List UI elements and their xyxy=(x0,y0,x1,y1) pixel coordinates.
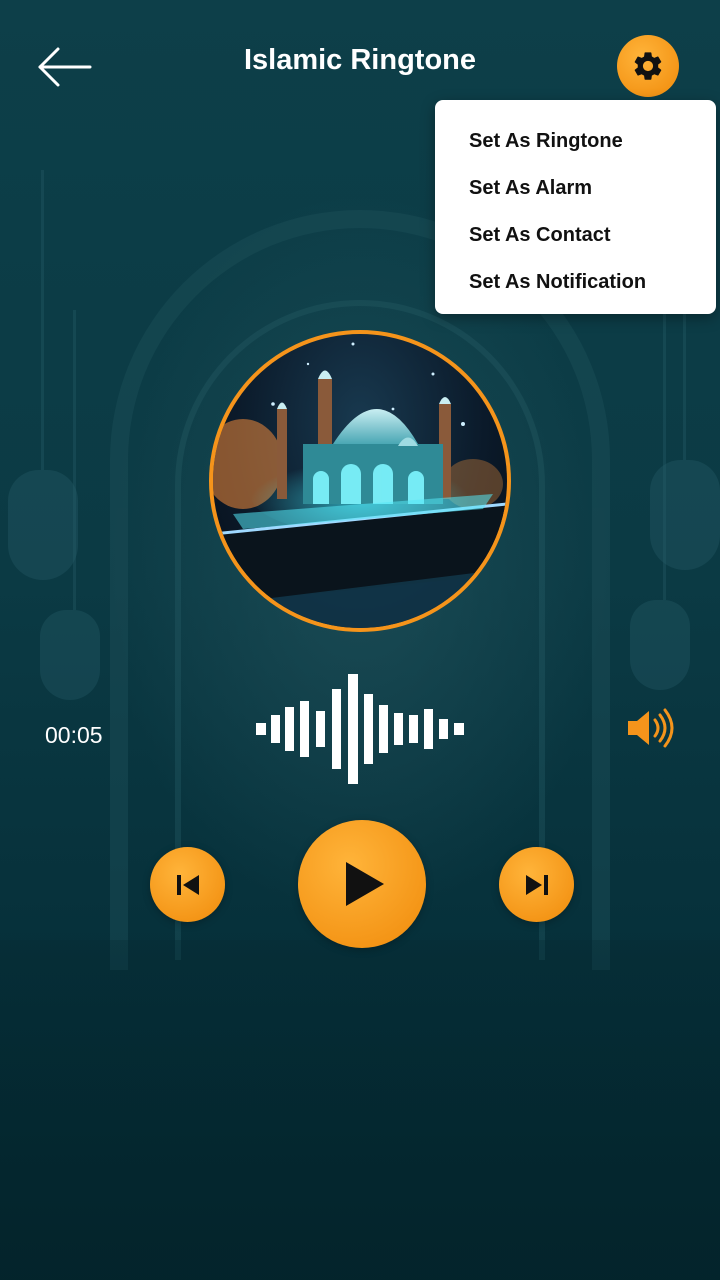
page-title: Islamic Ringtone xyxy=(243,44,477,76)
mosque-artwork xyxy=(213,334,507,628)
elapsed-time: 00:05 xyxy=(45,722,103,748)
lamp-decoration xyxy=(8,170,78,580)
menu-item-set-as-alarm[interactable]: Set As Alarm xyxy=(435,165,716,212)
volume-icon xyxy=(628,708,674,748)
lamp-decoration xyxy=(630,300,690,690)
menu-item-set-as-ringtone[interactable]: Set As Ringtone xyxy=(435,118,716,165)
skip-previous-icon xyxy=(176,874,199,895)
waveform-icon xyxy=(256,674,464,784)
background-floor xyxy=(0,940,720,1280)
artwork-frame xyxy=(209,330,511,632)
menu-item-set-as-contact[interactable]: Set As Contact xyxy=(435,212,716,259)
lamp-decoration xyxy=(650,160,720,570)
volume-button[interactable] xyxy=(624,706,674,750)
skip-next-icon xyxy=(525,874,548,895)
previous-button[interactable] xyxy=(150,847,225,922)
gear-icon xyxy=(634,52,662,80)
lamp-decoration xyxy=(40,310,100,700)
next-button[interactable] xyxy=(499,847,574,922)
settings-button[interactable] xyxy=(617,35,679,97)
set-as-menu: Set As Ringtone Set As Alarm Set As Cont… xyxy=(435,100,716,314)
play-button[interactable] xyxy=(298,820,426,948)
menu-item-set-as-notification[interactable]: Set As Notification xyxy=(435,259,716,306)
play-icon xyxy=(346,862,384,906)
